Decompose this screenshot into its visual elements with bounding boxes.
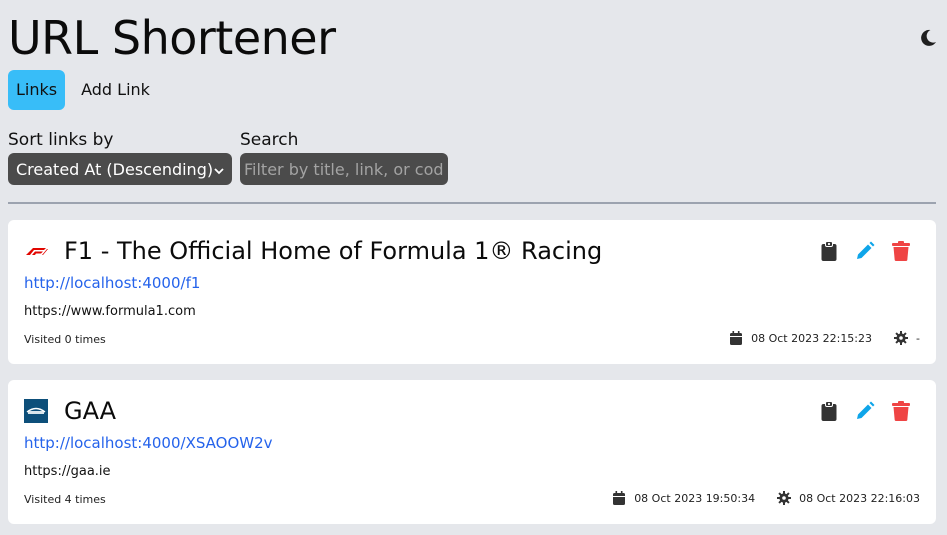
visit-count: Visited 0 times xyxy=(24,333,106,346)
destination-url: https://gaa.ie xyxy=(24,464,111,479)
gaa-logo-icon xyxy=(24,399,48,423)
tab-bar: Links Add Link xyxy=(8,70,158,110)
tab-links[interactable]: Links xyxy=(8,70,66,110)
tab-add-link[interactable]: Add Link xyxy=(73,70,158,110)
card-actions xyxy=(818,240,912,262)
search-label: Search xyxy=(240,130,299,150)
sort-select[interactable]: Created At (Descending) xyxy=(8,153,232,185)
search-group: Search xyxy=(240,130,448,185)
visit-count: Visited 4 times xyxy=(24,493,106,506)
moon-icon[interactable] xyxy=(918,28,938,48)
clipboard-icon[interactable] xyxy=(818,240,840,262)
link-title: GAA xyxy=(64,397,117,425)
card-actions xyxy=(818,400,912,422)
pencil-icon[interactable] xyxy=(854,240,876,262)
updated-at: - xyxy=(916,331,920,345)
pencil-icon[interactable] xyxy=(854,400,876,422)
filter-bar: Sort links by Created At (Descending) Se… xyxy=(8,130,448,185)
card-header: F1 - The Official Home of Formula 1® Rac… xyxy=(24,236,602,266)
sort-select-value: Created At (Descending) xyxy=(16,159,214,179)
sort-label: Sort links by xyxy=(8,130,114,150)
updated-group: 08 Oct 2023 22:16:03 xyxy=(777,491,920,505)
created-at: 08 Oct 2023 19:50:34 xyxy=(634,491,756,505)
link-meta: 08 Oct 2023 22:15:23 - xyxy=(729,331,920,345)
gear-icon xyxy=(777,491,792,505)
destination-url: https://www.formula1.com xyxy=(24,304,196,319)
link-card: F1 - The Official Home of Formula 1® Rac… xyxy=(8,220,936,364)
short-link[interactable]: http://localhost:4000/f1 xyxy=(24,274,200,292)
card-header: GAA xyxy=(24,396,116,426)
chevron-down-icon xyxy=(214,160,224,179)
trash-icon[interactable] xyxy=(890,240,912,262)
link-meta: 08 Oct 2023 19:50:34 08 Oct 2023 22:16:0… xyxy=(612,491,920,505)
sort-group: Sort links by Created At (Descending) xyxy=(8,130,232,185)
page-title: URL Shortener xyxy=(8,11,336,65)
clipboard-icon[interactable] xyxy=(818,400,840,422)
created-at: 08 Oct 2023 22:15:23 xyxy=(751,331,873,345)
calendar-icon xyxy=(729,331,743,345)
link-card: GAA http://localhost:4000/XSAOOW2v https… xyxy=(8,380,936,524)
link-title: F1 - The Official Home of Formula 1® Rac… xyxy=(64,237,603,265)
f1-logo-icon xyxy=(24,239,48,263)
search-input[interactable] xyxy=(240,153,448,185)
short-link[interactable]: http://localhost:4000/XSAOOW2v xyxy=(24,434,273,452)
divider xyxy=(8,202,936,204)
trash-icon[interactable] xyxy=(890,400,912,422)
calendar-icon xyxy=(612,491,626,505)
gear-icon xyxy=(894,331,909,345)
updated-at: 08 Oct 2023 22:16:03 xyxy=(799,491,920,505)
updated-group: - xyxy=(894,331,920,345)
